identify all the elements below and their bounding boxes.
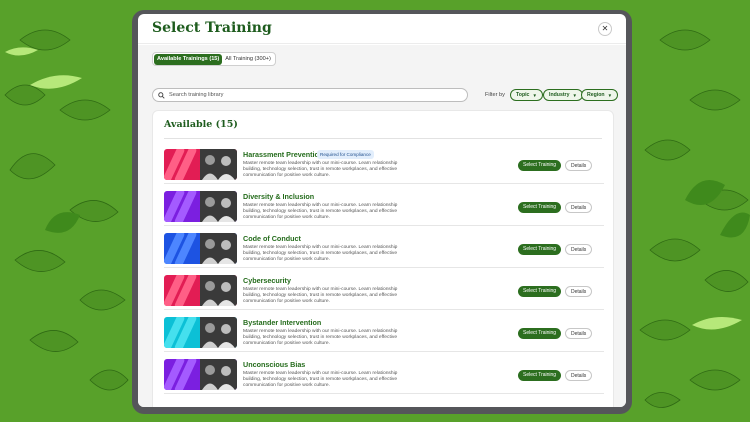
section-title: Available (15) xyxy=(164,119,238,130)
training-description: Master remote team leadership with our m… xyxy=(243,287,398,304)
training-thumbnail xyxy=(164,149,237,180)
training-thumbnail xyxy=(164,317,237,348)
details-button[interactable]: Details xyxy=(565,286,593,297)
divider xyxy=(164,138,602,139)
compliance-badge: Required for Compliance xyxy=(317,150,374,159)
thumbnail-graphic xyxy=(164,149,237,180)
training-description: Master remote team leadership with our m… xyxy=(243,371,398,388)
close-icon: ✕ xyxy=(601,24,609,33)
caret-down-icon: ▼ xyxy=(607,92,613,98)
training-title-unconscious-bias[interactable]: Unconscious Bias xyxy=(243,360,305,369)
training-description: Master remote team leadership with our m… xyxy=(243,161,398,178)
training-row: Cybersecurity Master remote team leaders… xyxy=(164,268,604,310)
filter-label: Filter by xyxy=(485,92,505,98)
training-title-harassment-prevention[interactable]: Harassment Prevention xyxy=(243,150,323,159)
search-placeholder: Search training library xyxy=(169,92,224,98)
training-thumbnail xyxy=(164,233,237,264)
training-title-cybersecurity[interactable]: Cybersecurity xyxy=(243,276,291,285)
training-description: Master remote team leadership with our m… xyxy=(243,245,398,262)
training-thumbnail xyxy=(164,275,237,306)
training-title-diversity-inclusion[interactable]: Diversity & Inclusion xyxy=(243,192,314,201)
modal-body: Available Trainings (15) All Training (3… xyxy=(138,45,626,407)
training-tabs: Available Trainings (15) All Training (3… xyxy=(152,52,276,66)
search-icon xyxy=(158,91,165,99)
tab-available-trainings[interactable]: Available Trainings (15) xyxy=(154,53,223,65)
training-description: Master remote team leadership with our m… xyxy=(243,329,398,346)
select-training-button[interactable]: Select Training xyxy=(518,244,562,255)
details-button[interactable]: Details xyxy=(565,160,593,171)
filter-topic-label: Topic xyxy=(516,92,530,98)
caret-down-icon: ▼ xyxy=(572,92,577,98)
filter-topic[interactable]: Topic ▼ xyxy=(510,89,543,101)
caret-down-icon: ▼ xyxy=(532,92,537,98)
select-training-modal: Select Training ✕ Available Trainings (1… xyxy=(138,14,626,407)
training-title-bystander-intervention[interactable]: Bystander Intervention xyxy=(243,318,321,327)
select-training-button[interactable]: Select Training xyxy=(518,202,562,213)
training-description: Master remote team leadership with our m… xyxy=(243,203,398,220)
details-button[interactable]: Details xyxy=(565,370,593,381)
filter-industry-label: Industry xyxy=(549,92,570,98)
training-thumbnail xyxy=(164,359,237,390)
details-button[interactable]: Details xyxy=(565,328,593,339)
thumbnail-graphic xyxy=(164,191,237,222)
select-training-button[interactable]: Select Training xyxy=(518,160,562,171)
thumbnail-graphic xyxy=(164,275,237,306)
training-row: Unconscious Bias Master remote team lead… xyxy=(164,352,604,394)
training-row: Bystander Intervention Master remote tea… xyxy=(164,310,604,352)
training-thumbnail xyxy=(164,191,237,222)
training-row: Code of Conduct Master remote team leade… xyxy=(164,226,604,268)
modal-header: Select Training ✕ xyxy=(138,14,626,44)
details-button[interactable]: Details xyxy=(565,244,593,255)
modal-title: Select Training xyxy=(152,20,272,36)
training-row: Diversity & Inclusion Master remote team… xyxy=(164,184,604,226)
training-title-code-of-conduct[interactable]: Code of Conduct xyxy=(243,234,301,243)
thumbnail-graphic xyxy=(164,233,237,264)
filter-region[interactable]: Region ▼ xyxy=(581,89,619,101)
select-training-button[interactable]: Select Training xyxy=(518,286,562,297)
training-row: Harassment Prevention Required for Compl… xyxy=(164,142,604,184)
tab-all-training[interactable]: All Training (300+) xyxy=(222,54,274,65)
search-input[interactable]: Search training library xyxy=(152,88,468,102)
filter-industry[interactable]: Industry ▼ xyxy=(543,89,583,101)
thumbnail-graphic xyxy=(164,317,237,348)
filter-region-label: Region xyxy=(587,92,605,98)
select-training-button[interactable]: Select Training xyxy=(518,328,562,339)
available-trainings-card: Available (15) Harassment Prevention Req… xyxy=(152,110,614,407)
select-training-button[interactable]: Select Training xyxy=(518,370,562,381)
details-button[interactable]: Details xyxy=(565,202,593,213)
thumbnail-graphic xyxy=(164,359,237,390)
close-button[interactable]: ✕ xyxy=(598,22,612,36)
